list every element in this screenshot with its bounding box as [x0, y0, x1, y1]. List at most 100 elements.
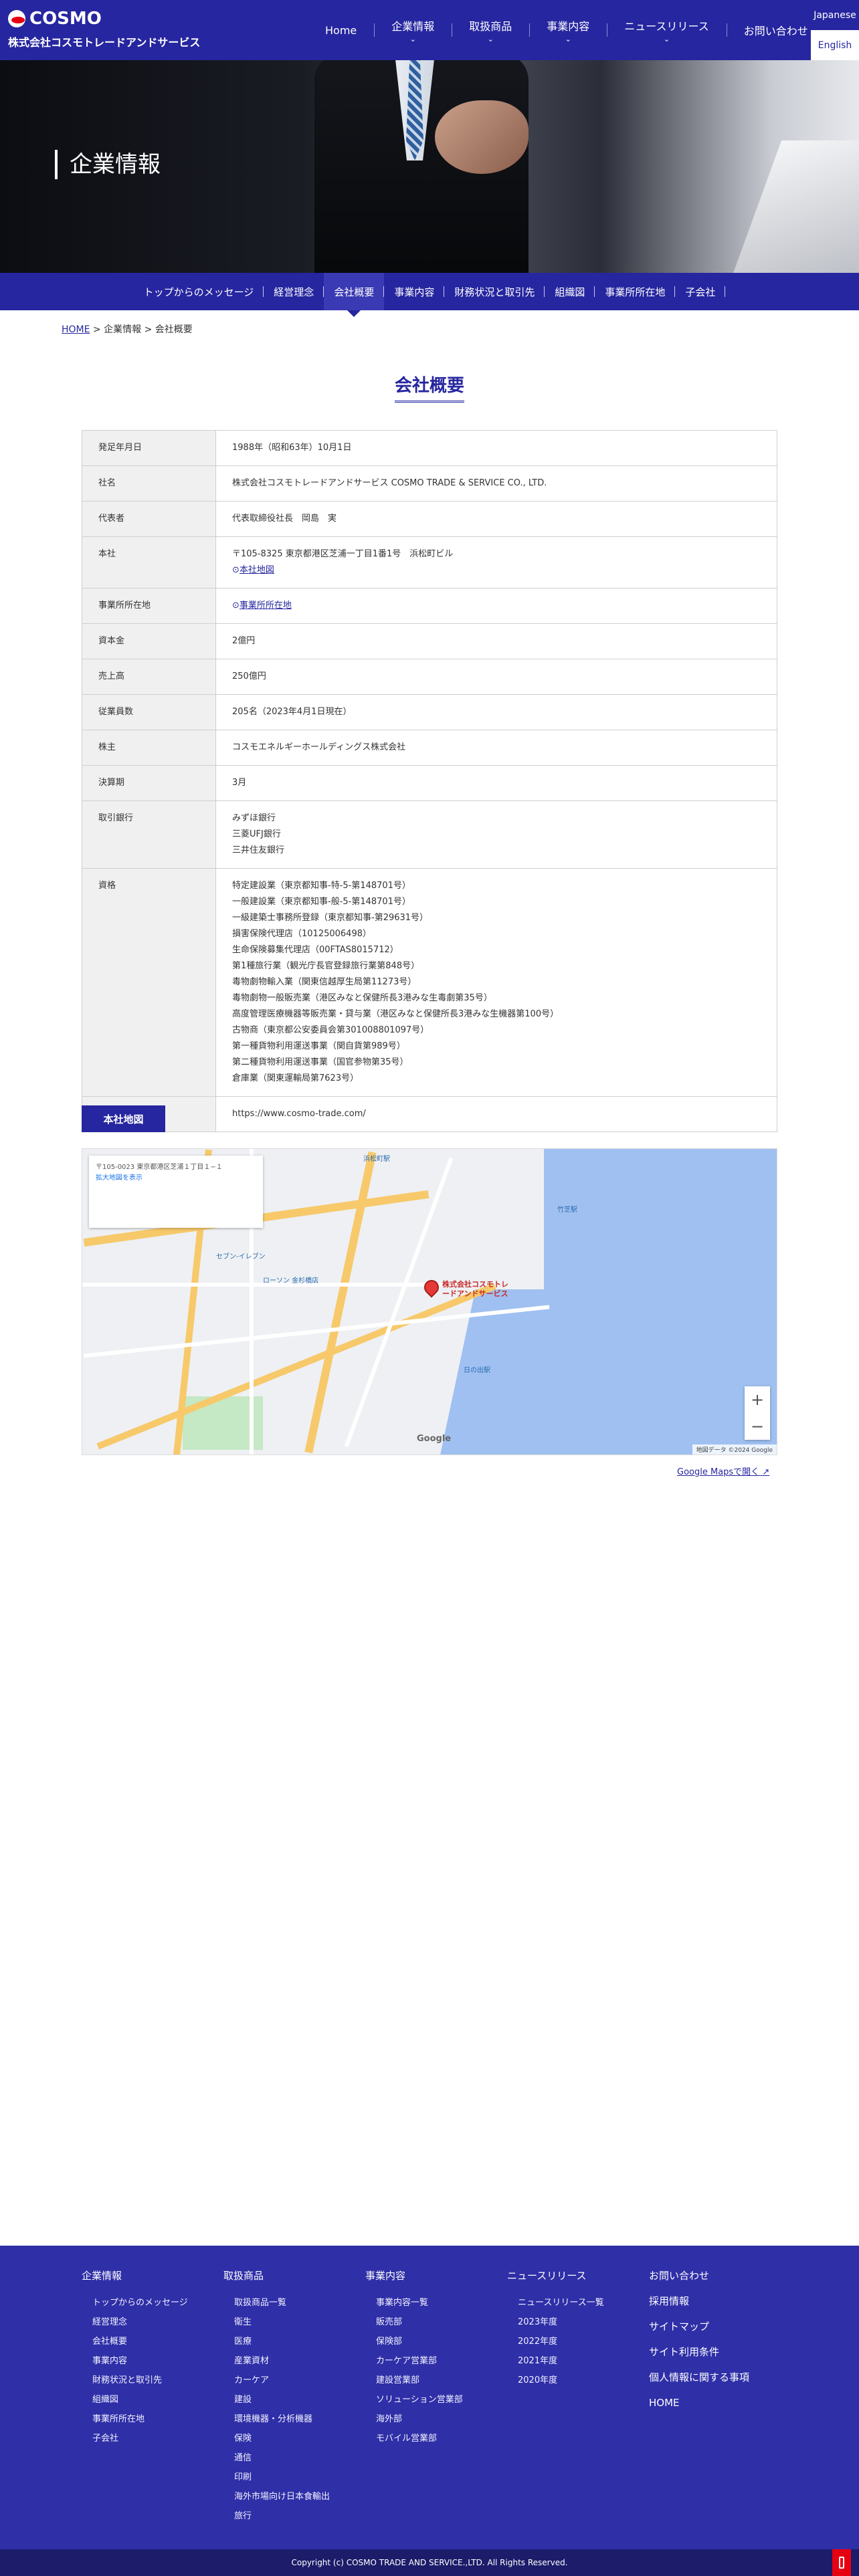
- breadcrumb: HOME > 企業情報 > 会社概要: [62, 322, 193, 336]
- table-row: URLhttps://www.cosmo-trade.com/: [82, 1096, 777, 1132]
- footer-link[interactable]: 2023年度: [518, 2313, 604, 2332]
- company-name[interactable]: 株式会社コスモトレードアンドサービス: [8, 33, 200, 49]
- google-map[interactable]: 浜松町駅 竹芝駅 日の出駅 ローソン 金杉橋店 セブン-イレブン 〒105-00…: [82, 1148, 777, 1455]
- table-link-label[interactable]: 事業所所在地: [240, 601, 292, 611]
- footer-link[interactable]: 保険部: [376, 2332, 463, 2351]
- table-link[interactable]: ⊙本社地図: [232, 562, 761, 578]
- footer-link[interactable]: 保険: [234, 2429, 330, 2448]
- footer-link[interactable]: 産業資材: [234, 2351, 330, 2371]
- language-switcher: Japanese English: [811, 0, 859, 60]
- footer-link[interactable]: 販売部: [376, 2313, 463, 2332]
- footer-link[interactable]: カーケア営業部: [376, 2351, 463, 2371]
- footer-heading[interactable]: 事業内容: [365, 2268, 463, 2282]
- nav-item[interactable]: ニュースリリース ⌄: [607, 17, 726, 43]
- table-value-line: 倉庫業（関東運輸局第7623号）: [232, 1073, 359, 1083]
- footer-link[interactable]: 組織図: [92, 2390, 188, 2409]
- footer-link[interactable]: 環境機器・分析機器: [234, 2409, 330, 2429]
- table-value-line: 一級建築士事務所登録（東京都知事-第29631号）: [232, 913, 429, 923]
- table-value-line: 古物商（東京都公安委員会第301008801097号）: [232, 1025, 430, 1035]
- footer-links-column: お問い合わせ 採用情報 サイトマップ サイト利用条件 個人情報に関する事項 HOME: [649, 2263, 749, 2416]
- footer-link[interactable]: 衛生: [234, 2313, 330, 2332]
- footer-main-link[interactable]: サイトマップ: [649, 2314, 749, 2339]
- lang-english[interactable]: English: [811, 30, 859, 60]
- table-value-line: 毒物劇物輸入業（関東信越厚生局第11273号）: [232, 977, 417, 987]
- footer-heading[interactable]: ニュースリリース: [507, 2268, 604, 2282]
- footer-link[interactable]: 建設営業部: [376, 2371, 463, 2390]
- site-footer: 企業情報 トップからのメッセージ 経営理念 会社概要 事業内容 財務状況と取引先 組織図 事業…: [0, 2246, 859, 2549]
- footer-link[interactable]: 事業所所在地: [92, 2409, 188, 2429]
- footer-main-link[interactable]: HOME: [649, 2390, 749, 2416]
- subnav-item[interactable]: 財務状況と取引先: [444, 273, 545, 310]
- table-value: https://www.cosmo-trade.com/: [215, 1096, 777, 1132]
- table-value-line: コスモエネルギーホールディングス株式会社: [232, 742, 406, 752]
- footer-link[interactable]: ニュースリリース一覧: [518, 2293, 604, 2313]
- nav-item-label: ニュースリリース: [624, 20, 709, 33]
- table-value: 特定建設業（東京都知事-特-5-第148701号） 一般建設業（東京都知事-般-5…: [215, 868, 777, 1097]
- subnav-item[interactable]: 会社概要: [324, 273, 385, 317]
- subnav-item[interactable]: 事業内容: [384, 273, 445, 310]
- footer-heading[interactable]: 企業情報: [82, 2268, 188, 2282]
- footer-link[interactable]: 財務状況と取引先: [92, 2371, 188, 2390]
- table-key: 資格: [82, 868, 216, 1097]
- chevron-down-icon: ⌄: [487, 35, 494, 43]
- table-key: 社名: [82, 465, 216, 502]
- map-heading: 本社地図: [82, 1105, 165, 1132]
- footer-main-link[interactable]: 採用情報: [649, 2288, 749, 2314]
- breadcrumb-home[interactable]: HOME: [62, 324, 90, 335]
- footer-link[interactable]: ソリューション営業部: [376, 2390, 463, 2409]
- footer-link[interactable]: 子会社: [92, 2429, 188, 2448]
- table-value-line: 205名（2023年4月1日現在）: [232, 707, 352, 717]
- table-key: 資本金: [82, 623, 216, 659]
- map-pin-icon: ⊙: [232, 565, 240, 575]
- footer-link[interactable]: 2020年度: [518, 2371, 604, 2390]
- chevron-down-icon: ⌄: [565, 35, 571, 43]
- subnav-item[interactable]: 事業所所在地: [595, 273, 676, 310]
- footer-link[interactable]: 通信: [234, 2448, 330, 2468]
- nav-item[interactable]: 企業情報 ⌄: [374, 17, 452, 43]
- subnav-item[interactable]: 組織図: [545, 273, 595, 310]
- open-google-maps-link[interactable]: Google Mapsで開く ↗: [677, 1465, 769, 1477]
- table-link-label[interactable]: 本社地図: [240, 565, 274, 575]
- subnav-item[interactable]: 子会社: [675, 273, 726, 310]
- cosmo-logo[interactable]: COSMO: [8, 9, 102, 29]
- footer-column: 企業情報トップからのメッセージ 経営理念 会社概要 事業内容 財務状況と取引先 組織図 事業…: [82, 2268, 188, 2448]
- footer-link[interactable]: 事業内容: [92, 2351, 188, 2371]
- back-to-top-button[interactable]: [832, 2549, 851, 2576]
- footer-link[interactable]: 会社概要: [92, 2332, 188, 2351]
- subnav-item[interactable]: 経営理念: [264, 273, 324, 310]
- chevron-down-icon: ⌄: [663, 35, 670, 43]
- footer-heading[interactable]: 取扱商品: [223, 2268, 330, 2282]
- table-link[interactable]: ⊙事業所所在地: [232, 598, 761, 614]
- footer-main-link[interactable]: サイト利用条件: [649, 2339, 749, 2365]
- breadcrumb-level1[interactable]: 企業情報: [104, 324, 141, 335]
- subnav-item[interactable]: トップからのメッセージ: [134, 273, 264, 310]
- footer-link[interactable]: モバイル営業部: [376, 2429, 463, 2448]
- lang-japanese[interactable]: Japanese: [811, 0, 859, 30]
- footer-link[interactable]: 2021年度: [518, 2351, 604, 2371]
- map-enlarge-link[interactable]: 拡大地図を表示: [96, 1173, 256, 1184]
- footer-link[interactable]: カーケア: [234, 2371, 330, 2390]
- footer-main-link[interactable]: お問い合わせ: [649, 2263, 749, 2288]
- footer-link[interactable]: 建設: [234, 2390, 330, 2409]
- zoom-out-button[interactable]: −: [751, 1417, 764, 1436]
- nav-item[interactable]: 事業内容 ⌄: [529, 17, 607, 43]
- table-row: 本社 〒105-8325 東京都港区芝浦一丁目1番1号 浜松町ビル ⊙本社地図: [82, 536, 777, 588]
- table-value-line: 第一種貨物利用運送事業（関自貨第989号）: [232, 1041, 405, 1051]
- footer-link[interactable]: 海外市場向け日本食輸出: [234, 2487, 330, 2506]
- zoom-in-button[interactable]: +: [751, 1390, 764, 1409]
- nav-item[interactable]: 取扱商品 ⌄: [452, 17, 529, 43]
- footer-link[interactable]: 2022年度: [518, 2332, 604, 2351]
- breadcrumb-current: 会社概要: [155, 324, 193, 335]
- footer-link[interactable]: 経営理念: [92, 2313, 188, 2332]
- footer-link[interactable]: 取扱商品一覧: [234, 2293, 330, 2313]
- table-value-line: 第二種貨物利用運送事業（国官参物第35号）: [232, 1057, 409, 1067]
- footer-link[interactable]: 医療: [234, 2332, 330, 2351]
- footer-main-link[interactable]: 個人情報に関する事項: [649, 2365, 749, 2390]
- footer-link[interactable]: 事業内容一覧: [376, 2293, 463, 2313]
- table-key: 本社: [82, 536, 216, 588]
- footer-link[interactable]: 旅行: [234, 2506, 330, 2526]
- footer-link[interactable]: 海外部: [376, 2409, 463, 2429]
- footer-link[interactable]: トップからのメッセージ: [92, 2293, 188, 2313]
- footer-link[interactable]: 印刷: [234, 2468, 330, 2487]
- nav-item[interactable]: Home: [308, 17, 374, 43]
